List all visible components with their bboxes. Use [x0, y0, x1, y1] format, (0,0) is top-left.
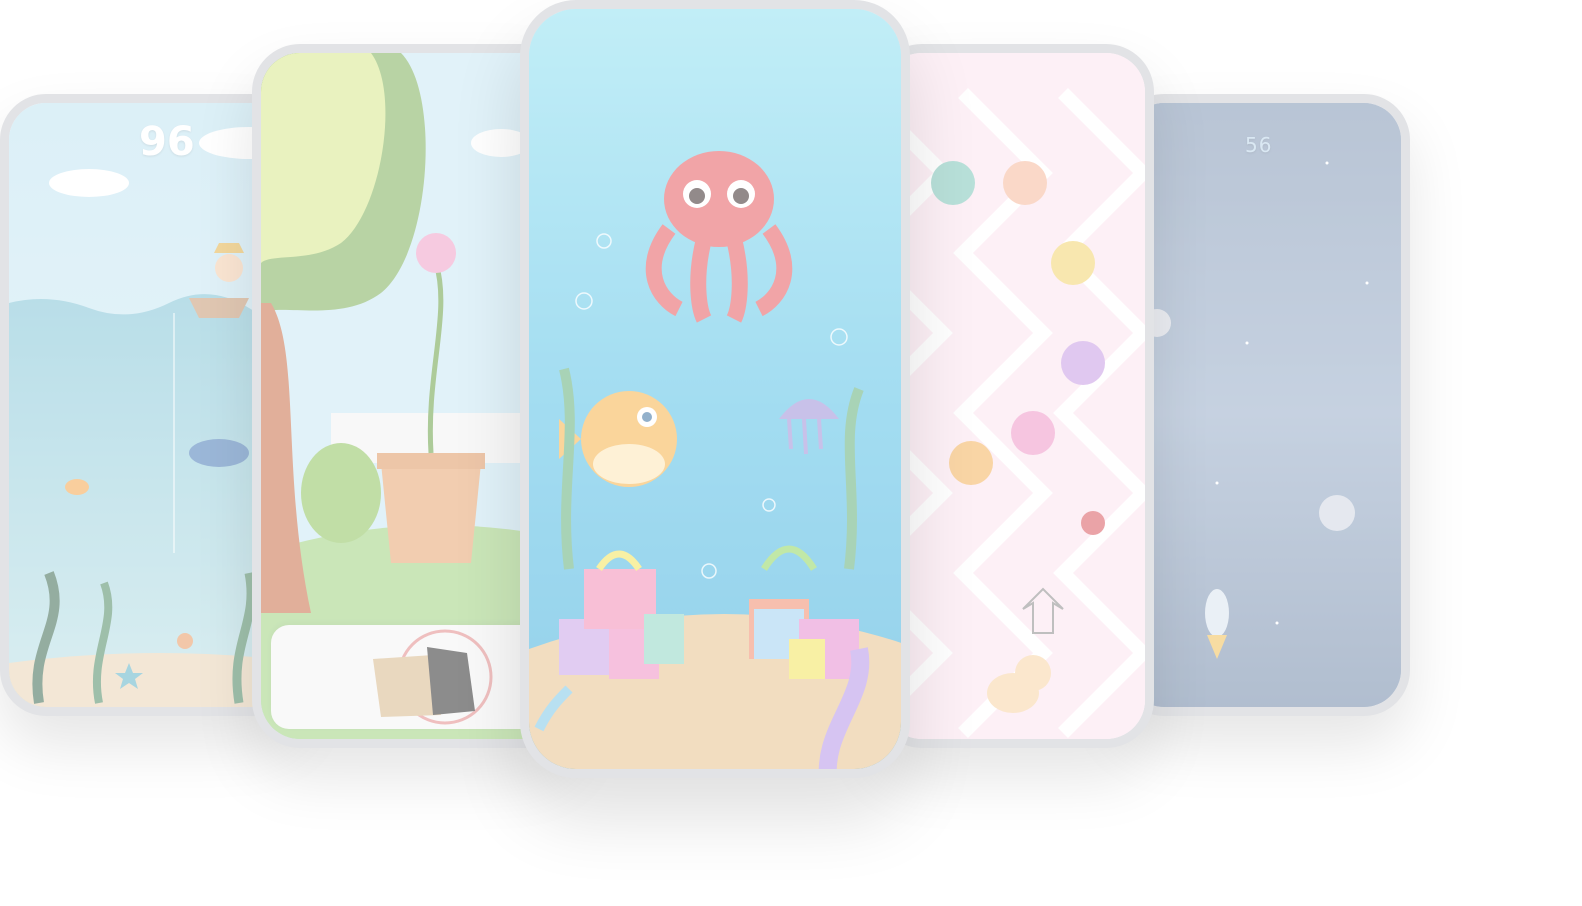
underwater-scene	[529, 9, 901, 769]
phone-space-game: 56	[1118, 94, 1410, 716]
candy-scene	[883, 53, 1145, 739]
space-scene	[1127, 103, 1401, 707]
score-display: 96	[139, 119, 195, 165]
candy-game-screen	[883, 53, 1145, 739]
side-button	[1407, 289, 1410, 355]
fishing-scene	[9, 103, 291, 707]
score-display: 56	[1245, 133, 1273, 157]
phone-candy-game	[874, 44, 1154, 748]
space-game-screen: 56	[1127, 103, 1401, 707]
fishing-game-screen: 96	[9, 103, 291, 707]
seed-bag-icon[interactable]	[363, 625, 543, 729]
underwater-game-screen	[529, 9, 901, 769]
phone-underwater-game	[520, 0, 910, 778]
